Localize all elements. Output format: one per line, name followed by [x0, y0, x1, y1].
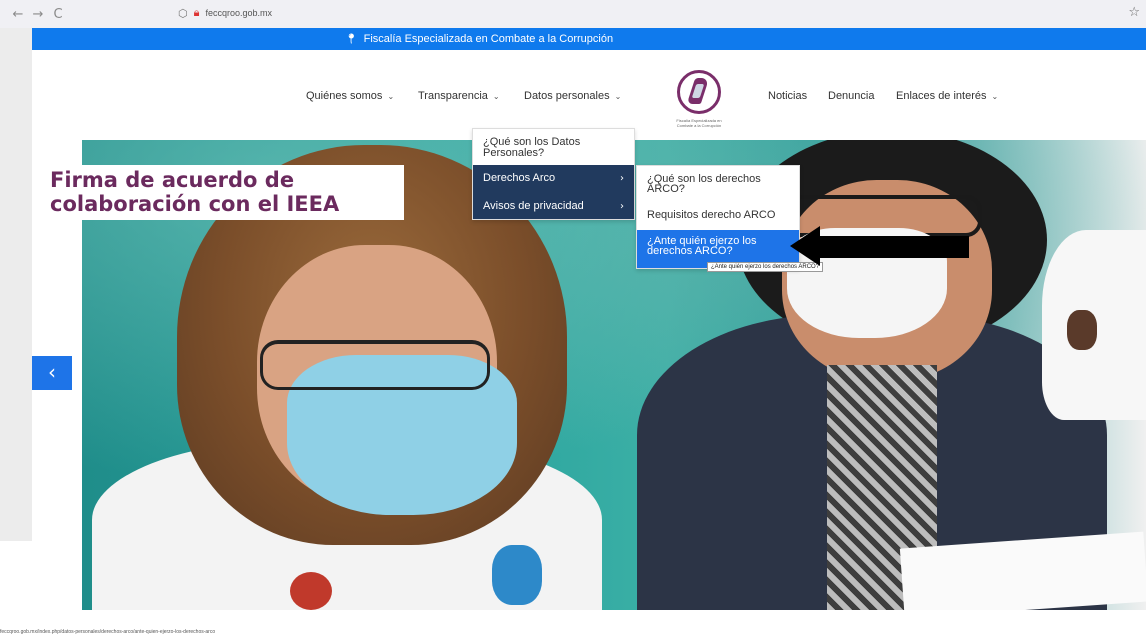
nav-item-denuncia[interactable]: Denuncia: [828, 90, 874, 102]
nav-item-noticias[interactable]: Noticias: [768, 90, 807, 102]
nav-item-datos-personales[interactable]: Datos personales ⌄: [524, 90, 621, 102]
top-info-bar: 📍︎ Fiscalía Especializada en Combate a l…: [32, 28, 1146, 50]
menu-item-derechos-arco[interactable]: Derechos Arco ›: [473, 165, 634, 193]
photo-glasses-left: [260, 340, 490, 390]
nav-label: Quiénes somos: [306, 90, 383, 102]
browser-toolbar: ← → C ⬡ 🔒︎ feccqroo.gob.mx ☆: [0, 0, 1146, 28]
logo-emblem: [677, 70, 721, 114]
nav-label: Transparencia: [418, 90, 488, 102]
chevron-down-icon: ⌄: [991, 91, 999, 101]
lock-icon: 🔒︎: [193, 6, 200, 19]
site-logo[interactable]: Fiscalía Especializada en Combate a la C…: [667, 70, 731, 132]
annotation-arrow: [818, 236, 969, 258]
nav-label: Noticias: [768, 90, 808, 102]
annotation-arrow-head: [790, 226, 820, 266]
nav-label: Denuncia: [828, 90, 875, 102]
chevron-down-icon: ⌄: [614, 91, 622, 101]
nav-label: Enlaces de interés: [896, 90, 987, 102]
photo-badge-left-2: [492, 545, 542, 605]
dropdown-datos-personales: ¿Qué son los Datos Personales? Derechos …: [472, 128, 635, 220]
top-bar-text: Fiscalía Especializada en Combate a la C…: [363, 33, 614, 45]
chevron-right-icon: ›: [620, 201, 624, 212]
menu-item-avisos-privacidad[interactable]: Avisos de privacidad ›: [473, 193, 634, 219]
nav-label: Datos personales: [524, 90, 610, 102]
nav-item-quienes-somos[interactable]: Quiénes somos ⌄: [306, 90, 394, 102]
chevron-right-icon: ›: [620, 173, 624, 184]
photo-badge-left-1: [290, 572, 332, 610]
address-bar[interactable]: ⬡ 🔒︎ feccqroo.gob.mx: [178, 6, 272, 20]
menu-item-que-son-datos[interactable]: ¿Qué son los Datos Personales?: [473, 129, 634, 165]
chevron-down-icon: ⌄: [492, 91, 500, 101]
slider-prev-button[interactable]: ‹: [32, 356, 72, 390]
forward-icon[interactable]: →: [28, 7, 48, 22]
shield-icon: ⬡: [178, 6, 188, 20]
nav-item-transparencia[interactable]: Transparencia ⌄: [418, 90, 500, 102]
menu-item-label: Avisos de privacidad: [483, 200, 584, 212]
url-text[interactable]: feccqroo.gob.mx: [205, 8, 272, 18]
left-gutter: [0, 28, 32, 541]
chevron-down-icon: ⌄: [387, 91, 395, 101]
logo-text: Fiscalía Especializada en Combate a la C…: [676, 118, 722, 128]
headline-line-2: colaboración con el IEEA: [50, 192, 340, 216]
location-pin-icon: 📍︎: [344, 33, 358, 45]
reload-icon[interactable]: C: [48, 7, 68, 22]
main-navigation: Quiénes somos ⌄ Transparencia ⌄ Datos pe…: [32, 50, 1146, 140]
nav-item-enlaces[interactable]: Enlaces de interés ⌄: [896, 90, 998, 102]
slide-headline[interactable]: Firma de acuerdo de colaboración con el …: [32, 165, 404, 220]
bookmark-star-icon[interactable]: ☆: [1128, 5, 1140, 20]
menu-item-label: Derechos Arco: [483, 172, 556, 184]
back-icon[interactable]: ←: [8, 7, 28, 22]
submenu-derechos-arco: ¿Qué son los derechos ARCO? Requisitos d…: [636, 165, 800, 269]
submenu-item-requisitos[interactable]: Requisitos derecho ARCO: [637, 202, 799, 230]
status-bar-url: feccqroo.gob.mx/index.php/datos-personal…: [0, 629, 216, 635]
photo-badge-far-right: [1067, 310, 1097, 350]
headline-line-1: Firma de acuerdo de: [50, 168, 295, 192]
submenu-item-que-son-derechos[interactable]: ¿Qué son los derechos ARCO?: [637, 166, 799, 202]
page: ← → C ⬡ 🔒︎ feccqroo.gob.mx ☆ 📍︎ Fiscalía…: [0, 0, 1146, 641]
